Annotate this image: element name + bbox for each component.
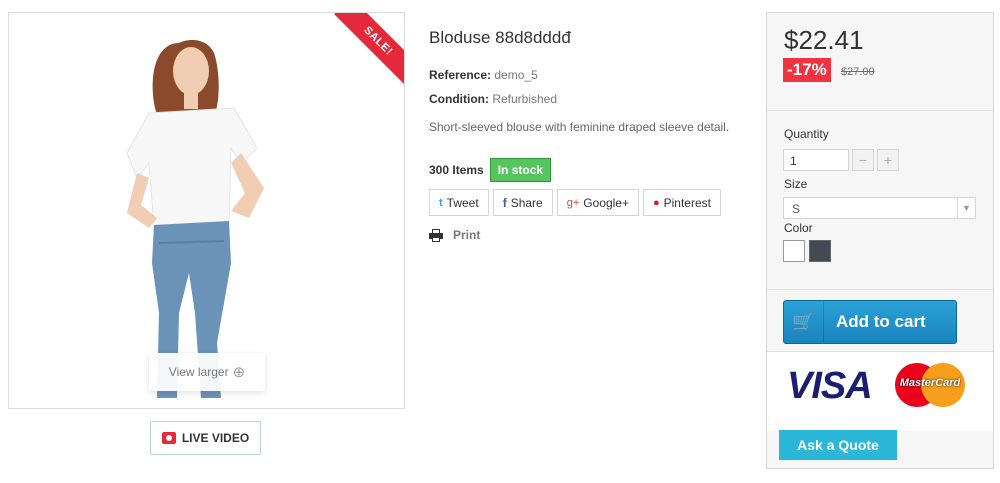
product-title: Bloduse 88d8dddđ	[429, 28, 571, 47]
live-video-button[interactable]: LIVE VIDEO	[150, 421, 261, 455]
ask-quote-button[interactable]: Ask a Quote	[779, 430, 897, 460]
condition-label: Condition:	[429, 92, 489, 106]
twitter-icon: t	[439, 196, 443, 209]
items-count: 300 Items	[429, 163, 484, 177]
mastercard-text: MasterCard	[899, 377, 961, 389]
print-label: Print	[453, 228, 481, 242]
quantity-input[interactable]: 1	[783, 149, 849, 171]
sale-ribbon: SALE!	[332, 13, 404, 85]
quantity-increase-button[interactable]: +	[877, 149, 899, 171]
product-image-frame[interactable]: SALE! View larger ⊕	[8, 12, 405, 409]
google-plus-icon: g+	[566, 196, 580, 209]
add-to-cart-label: Add to cart	[836, 312, 926, 331]
facebook-icon: f	[502, 195, 507, 210]
product-page: SALE! View larger ⊕ LIVE VIDEO Bloduse 8…	[0, 0, 1000, 483]
reference-line: Reference: demo_5	[429, 68, 538, 82]
size-value: S	[792, 202, 801, 216]
condition-line: Condition: Refurbished	[429, 92, 557, 106]
quantity-label: Quantity	[784, 127, 829, 141]
stock-badge: In stock	[489, 158, 552, 182]
condition-value: Refurbished	[492, 92, 558, 106]
buy-box: $22.41 -17% $27.00 Quantity 1 − + Size S…	[766, 12, 994, 469]
pinterest-label: Pinterest	[663, 195, 711, 210]
price-block: $22.41 -17% $27.00	[767, 13, 993, 111]
pinterest-button[interactable]: ● Pinterest	[642, 189, 721, 216]
live-video-label: LIVE VIDEO	[181, 431, 250, 445]
zoom-in-icon: ⊕	[232, 364, 246, 381]
chevron-down-icon: ▼	[957, 198, 975, 218]
visa-logo: VISA	[787, 365, 873, 407]
quantity-decrease-button[interactable]: −	[852, 149, 874, 171]
size-select[interactable]: S ▼	[783, 197, 976, 219]
add-to-cart-button[interactable]: 🛒 Add to cart	[783, 300, 957, 344]
stock-row: 300 Items In stock	[429, 158, 552, 182]
pinterest-icon: ●	[652, 196, 660, 209]
reference-value: demo_5	[494, 68, 538, 82]
printer-icon	[429, 228, 443, 242]
size-label: Size	[784, 177, 808, 191]
view-larger-button[interactable]: View larger ⊕	[149, 353, 265, 391]
discount-badge: -17%	[783, 58, 831, 82]
tweet-label: Tweet	[446, 195, 479, 210]
product-description: Short-sleeved blouse with feminine drape…	[429, 120, 730, 134]
googleplus-label: Google+	[583, 195, 629, 210]
share-button[interactable]: f Share	[492, 189, 553, 216]
googleplus-button[interactable]: g+ Google+	[556, 189, 639, 216]
share-label: Share	[510, 195, 543, 210]
tweet-button[interactable]: t Tweet	[429, 189, 489, 216]
current-price: $22.41	[784, 25, 864, 55]
camera-icon	[161, 432, 176, 444]
reference-label: Reference:	[429, 68, 492, 82]
mastercard-logo: MasterCard	[895, 363, 965, 407]
color-swatch-dark[interactable]	[809, 240, 831, 262]
old-price: $27.00	[841, 66, 875, 78]
view-larger-label: View larger	[168, 365, 229, 379]
cart-icon: 🛒	[784, 301, 824, 343]
color-swatch-white[interactable]	[783, 240, 805, 262]
print-link[interactable]: Print	[429, 228, 480, 242]
color-label: Color	[784, 221, 813, 235]
sale-badge: SALE!	[334, 13, 404, 85]
social-share-bar: t Tweet f Share g+ Google+ ● Pinterest	[429, 189, 721, 216]
